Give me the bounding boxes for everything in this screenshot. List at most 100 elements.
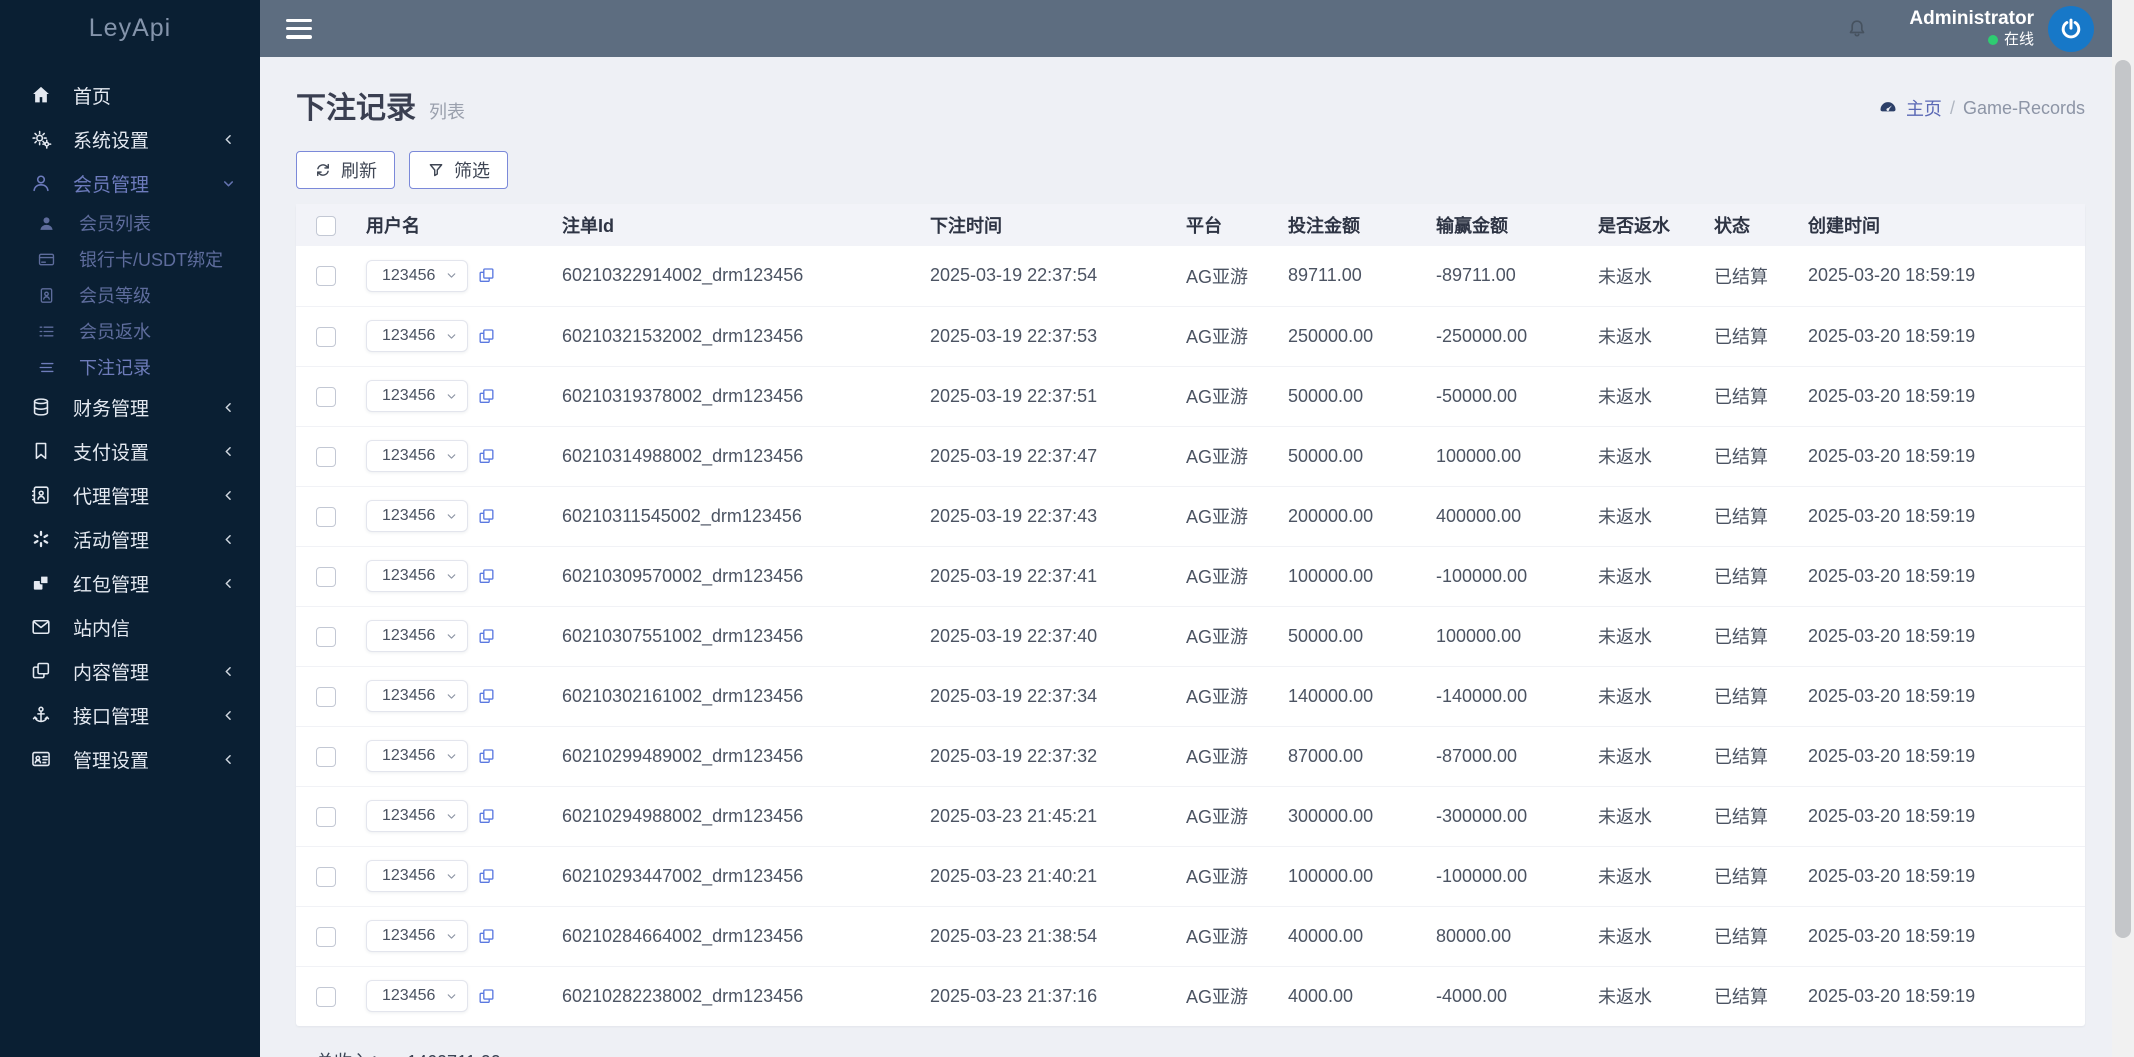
copy-icon[interactable]: [477, 927, 496, 946]
username-select[interactable]: 123456: [366, 980, 469, 1013]
row-checkbox[interactable]: [316, 266, 336, 287]
sidebar-item-bank-usdt-bind[interactable]: 银行卡/USDT绑定: [0, 241, 260, 277]
chevron-left-icon: [225, 134, 231, 144]
copy-icon[interactable]: [477, 687, 496, 706]
row-checkbox[interactable]: [316, 986, 336, 1007]
sidebar-item-finance-mgmt[interactable]: 财务管理: [0, 385, 260, 429]
sidebar-item-content-mgmt[interactable]: 内容管理: [0, 649, 260, 693]
copy-icon[interactable]: [477, 266, 496, 285]
username-select[interactable]: 123456: [366, 680, 469, 712]
bet-amount: 50000.00: [1288, 385, 1364, 406]
select-chevron-icon: [448, 633, 456, 639]
sidebar-item-member-level[interactable]: 会员等级: [0, 277, 260, 313]
row-checkbox[interactable]: [316, 626, 336, 647]
bet-time: 2025-03-19 22:37:47: [930, 445, 1098, 466]
copy-icon[interactable]: [477, 987, 496, 1006]
settle-status: 已结算: [1714, 987, 1768, 1008]
sidebar-item-admin-settings[interactable]: 管理设置: [0, 737, 260, 781]
win-loss-amount: -250000.00: [1436, 325, 1528, 346]
win-loss-amount: -89711.00: [1436, 265, 1516, 286]
username-select[interactable]: 123456: [366, 620, 469, 652]
username-select[interactable]: 123456: [366, 860, 469, 892]
row-checkbox[interactable]: [316, 326, 336, 347]
refresh-button[interactable]: 刷新: [296, 151, 395, 189]
row-checkbox[interactable]: [316, 866, 336, 887]
sidebar-item-api-mgmt[interactable]: 接口管理: [0, 693, 260, 737]
sidebar-item-payment-settings[interactable]: 支付设置: [0, 429, 260, 473]
platform: AG亚游: [1186, 327, 1249, 347]
select-chevron-icon: [448, 333, 456, 339]
bet-amount: 140000.00: [1288, 685, 1374, 706]
breadcrumb-home-link[interactable]: 主页: [1906, 95, 1942, 121]
logout-button[interactable]: [2048, 5, 2094, 52]
username-select[interactable]: 123456: [366, 320, 469, 352]
address-book-icon: [31, 486, 49, 504]
filter-button[interactable]: 筛选: [409, 151, 508, 189]
sidebar-item-member-rebate[interactable]: 会员返水: [0, 313, 260, 349]
note-id: 60210321532002_drm123456: [562, 325, 804, 346]
username-select[interactable]: 123456: [366, 380, 469, 412]
sidebar-menu: 首页系统设置会员管理 会员列表 银行卡/USDT绑定 会员等级 会员返水 下注记录 财务管理…: [0, 57, 260, 781]
settle-status: 已结算: [1714, 807, 1768, 827]
column-header: 下注时间: [922, 204, 1178, 246]
platform: AG亚游: [1186, 807, 1249, 827]
rebate-status: 未返水: [1598, 266, 1652, 287]
copy-icon[interactable]: [477, 867, 496, 886]
copy-icon[interactable]: [477, 447, 496, 466]
copy-icon[interactable]: [477, 627, 496, 646]
bet-time: 2025-03-19 22:37:40: [930, 625, 1098, 646]
rebate-status: 未返水: [1598, 987, 1652, 1008]
select-chevron-icon: [448, 453, 456, 459]
sidebar-item-activity-mgmt[interactable]: 活动管理: [0, 517, 260, 561]
chevron-left-icon: [225, 710, 231, 720]
row-checkbox[interactable]: [316, 506, 336, 527]
menu-toggle-icon[interactable]: [286, 18, 312, 39]
table-header-row: 用户名 注单Id 下注时间 平台 投注金额 输赢金额 是否返水 状态 创建时间: [296, 204, 2085, 246]
username-select[interactable]: 123456: [366, 259, 469, 292]
username-select[interactable]: 123456: [366, 560, 469, 592]
username-value: 123456: [382, 927, 436, 944]
username-select[interactable]: 123456: [366, 740, 469, 772]
sidebar-item-system-settings[interactable]: 系统设置: [0, 117, 260, 161]
breadcrumb: 主页 / Game-Records: [1878, 95, 2085, 121]
row-checkbox[interactable]: [316, 566, 336, 587]
settle-status: 已结算: [1714, 447, 1768, 467]
win-loss-amount: 400000.00: [1436, 505, 1522, 526]
bell-icon[interactable]: [1845, 17, 1869, 41]
sidebar-item-redpacket-mgmt[interactable]: 红包管理: [0, 561, 260, 605]
username-select[interactable]: 123456: [366, 800, 469, 832]
copy-icon[interactable]: [477, 507, 496, 526]
row-checkbox[interactable]: [316, 386, 336, 407]
row-checkbox[interactable]: [316, 926, 336, 947]
sidebar-item-agent-mgmt[interactable]: 代理管理: [0, 473, 260, 517]
win-loss-amount: -100000.00: [1436, 865, 1528, 886]
copy-icon[interactable]: [477, 807, 496, 826]
page-scrollbar-track[interactable]: [2112, 0, 2134, 1057]
rebate-status: 未返水: [1598, 327, 1652, 347]
sidebar-item-member-list[interactable]: 会员列表: [0, 205, 260, 241]
copy-icon[interactable]: [477, 567, 496, 586]
copy-icon[interactable]: [477, 387, 496, 406]
sidebar-item-bet-records[interactable]: 下注记录: [0, 349, 260, 385]
sidebar-item-site-mail[interactable]: 站内信: [0, 605, 260, 649]
copy-icon[interactable]: [477, 747, 496, 766]
sidebar-item-member-mgmt[interactable]: 会员管理: [0, 161, 260, 205]
username-select[interactable]: 123456: [366, 440, 469, 472]
username-select[interactable]: 123456: [366, 500, 469, 532]
select-all-checkbox[interactable]: [316, 215, 336, 236]
sidebar-item-label: 系统设置: [73, 130, 150, 152]
copy-icon[interactable]: [477, 327, 496, 346]
username-value: 123456: [382, 387, 436, 404]
bet-time: 2025-03-23 21:45:21: [930, 805, 1098, 826]
row-checkbox[interactable]: [316, 746, 336, 767]
row-checkbox[interactable]: [316, 806, 336, 827]
sidebar-item-home[interactable]: 首页: [0, 73, 260, 117]
username-select[interactable]: 123456: [366, 920, 469, 952]
settle-status: 已结算: [1714, 507, 1768, 527]
column-header: 状态: [1706, 204, 1800, 246]
row-checkbox[interactable]: [316, 686, 336, 707]
win-loss-amount: -4000.00: [1436, 985, 1508, 1006]
row-checkbox[interactable]: [316, 446, 336, 467]
column-header: 输赢金额: [1428, 204, 1590, 246]
page-scrollbar-thumb[interactable]: [2115, 60, 2131, 938]
